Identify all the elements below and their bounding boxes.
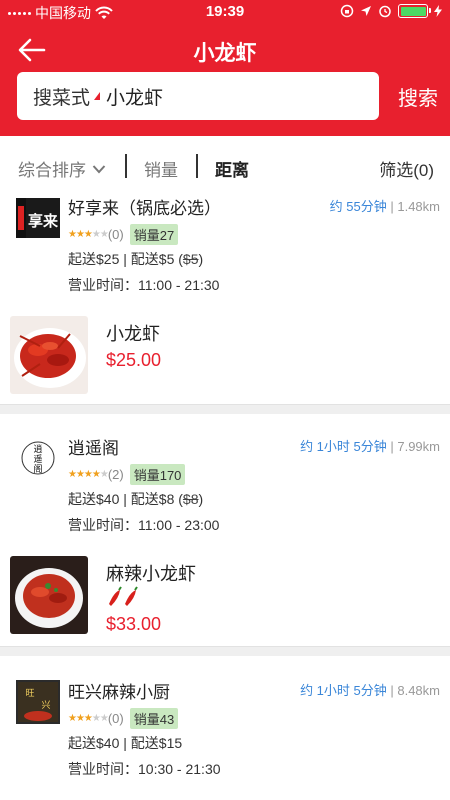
hours-value: 11:00 - 23:00 (138, 517, 220, 533)
shop-rating: ★★★★ ★ (2) 销量170 (68, 464, 186, 485)
sort-label: 综合排序 (18, 161, 86, 180)
sales-badge: 销量27 (129, 224, 179, 245)
svg-text:遥: 遥 (33, 453, 42, 465)
shop-hours: 营业时间：11:00 - 23:00 (68, 515, 219, 535)
svg-text:享来: 享来 (28, 212, 59, 230)
sort-by-sales[interactable]: 销量 (144, 156, 178, 181)
shop-logo: 旺 兴 (16, 680, 60, 724)
chevron-down-icon (92, 164, 106, 173)
sort-by-distance[interactable]: 距离 (215, 156, 249, 181)
svg-text:逍: 逍 (33, 443, 42, 455)
delivery-eta: 约 1小时 5分钟 | 8.48km (300, 683, 440, 698)
section-divider (0, 646, 450, 656)
delivery-fee: 配送$8 (130, 491, 175, 507)
nav-bar: 小龙虾 搜菜式 小龙虾 搜索 (0, 24, 450, 136)
star-rating-icon: ★★★★★ (68, 469, 109, 480)
charging-icon (434, 5, 442, 17)
shop-distance: 7.99km (397, 439, 440, 454)
shop-hours: 营业时间：11:00 - 21:30 (68, 275, 219, 295)
search-button[interactable]: 搜索 (398, 82, 438, 111)
search-query-text[interactable]: 小龙虾 (106, 83, 163, 110)
shop-fees: 起送$25 | 配送$5 ($5) (68, 251, 204, 267)
svg-text:阁: 阁 (33, 463, 42, 475)
sort-dropdown[interactable]: 综合排序 (18, 156, 106, 181)
section-divider (0, 404, 450, 414)
filter-divider (125, 154, 127, 178)
hours-label: 营业时间： (68, 517, 138, 533)
shop-name[interactable]: 好享来（锅底必选） (68, 194, 221, 219)
svg-text:旺: 旺 (25, 688, 34, 698)
filter-divider (196, 154, 198, 178)
location-icon (361, 6, 371, 16)
shop-rating: ★★★ ★★ (0) 销量43 (68, 708, 179, 729)
shop-fees: 起送$40 | 配送$15 (68, 735, 183, 751)
alarm-icon (379, 5, 391, 18)
category-dropdown-icon[interactable] (94, 92, 101, 100)
battery-icon (398, 4, 431, 18)
star-rating-icon: ★★★★★ (68, 713, 109, 724)
hours-label: 营业时间： (68, 761, 138, 777)
review-count: (0) (107, 227, 124, 242)
old-delivery-fee: $5 (182, 251, 199, 267)
page-title: 小龙虾 (193, 42, 257, 65)
dish-price: $33.00 (106, 614, 162, 634)
svg-text:兴: 兴 (41, 700, 50, 710)
delivery-fee: 配送$15 (130, 735, 183, 751)
min-order: 起送$40 (68, 735, 120, 751)
sales-badge: 销量170 (129, 464, 186, 485)
eta-time: 约 55分钟 (329, 199, 387, 214)
shop-logo: 享来 (16, 196, 60, 240)
shop-distance: 1.48km (397, 199, 440, 214)
min-order: 起送$25 (68, 251, 120, 267)
delivery-eta: 约 1小时 5分钟 | 7.99km (300, 439, 440, 454)
filter-button[interactable]: 筛选(0) (379, 156, 434, 181)
rotation-lock-icon (340, 4, 354, 18)
shop-hours: 营业时间：10:30 - 21:30 (68, 759, 221, 779)
filter-bar: 综合排序 销量 距离 筛选(0) (0, 136, 450, 192)
status-icons (340, 4, 442, 18)
eta-time: 约 1小时 5分钟 (300, 683, 387, 698)
shop-name[interactable]: 逍遥阁 (68, 434, 119, 459)
shop-rating: ★★★ ★★ (0) 销量27 (68, 224, 179, 245)
search-category-prefix[interactable]: 搜菜式 (33, 83, 90, 110)
chili-spicy-icon (106, 586, 140, 613)
old-delivery-fee: $8 (182, 491, 199, 507)
delivery-eta: 约 55分钟 | 1.48km (329, 199, 440, 214)
delivery-fee: 配送$5 (130, 251, 175, 267)
dish-image (10, 316, 88, 394)
dish-name: 小龙虾 (106, 324, 160, 344)
shop-fees: 起送$40 | 配送$8 ($8) (68, 491, 204, 507)
shop-distance: 8.48km (397, 683, 440, 698)
min-order: 起送$40 (68, 491, 120, 507)
dish-price: $25.00 (106, 350, 162, 370)
dish-name: 麻辣小龙虾 (106, 564, 196, 584)
eta-time: 约 1小时 5分钟 (300, 439, 387, 454)
search-input[interactable]: 搜菜式 小龙虾 (17, 72, 379, 120)
hours-value: 11:00 - 21:30 (138, 277, 220, 293)
sales-badge: 销量43 (129, 708, 179, 729)
status-bar: 中国移动 19:39 (0, 0, 450, 24)
star-rating-icon: ★★★★★ (68, 229, 109, 240)
hours-label: 营业时间： (68, 277, 138, 293)
review-count: (0) (107, 711, 124, 726)
dish-image (10, 556, 88, 634)
review-count: (2) (107, 467, 124, 482)
shop-logo: 逍 遥 阁 (16, 436, 60, 480)
hours-value: 10:30 - 21:30 (138, 761, 221, 777)
shop-name[interactable]: 旺兴麻辣小厨 (68, 678, 170, 703)
